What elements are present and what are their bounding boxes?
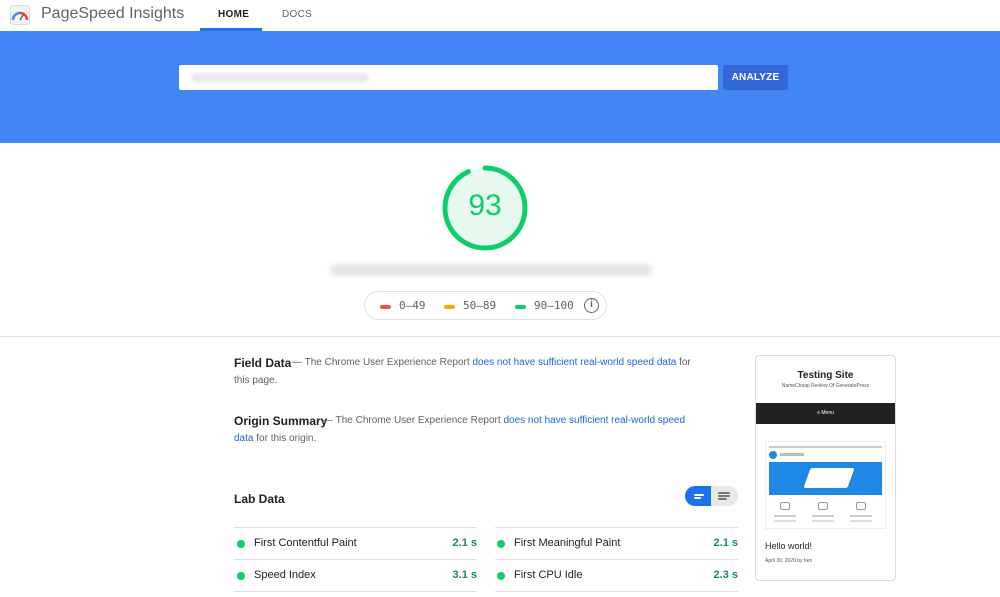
legend-swatch-fail bbox=[380, 305, 391, 309]
metric-label-speed-index: Speed Index bbox=[254, 569, 316, 581]
summary-view-icon bbox=[694, 494, 704, 496]
field-data-prefix: — The Chrome User Experience Report bbox=[292, 357, 473, 368]
pass-dot-icon bbox=[497, 540, 505, 548]
preview-feature-text bbox=[812, 520, 834, 522]
analyze-button[interactable]: ANALYZE bbox=[723, 65, 788, 90]
pagespeed-logo-icon[interactable] bbox=[10, 5, 30, 25]
metric-label-first-cpu-idle: First CPU Idle bbox=[514, 569, 583, 581]
metric-rule bbox=[234, 527, 477, 528]
metric-value-first-cpu-idle: 2.3 s bbox=[713, 569, 738, 581]
score-legend: 0–49 50–89 90–100 i bbox=[364, 291, 607, 320]
summary-view-icon-line bbox=[694, 497, 701, 499]
metric-rule bbox=[234, 559, 477, 560]
metric-value-speed-index: 3.1 s bbox=[452, 569, 477, 581]
preview-menu-bar: ≡ Menu bbox=[756, 403, 895, 424]
metric-label-fmp: First Meaningful Paint bbox=[514, 537, 621, 549]
preview-post-meta: April 30, 2020 by ben bbox=[765, 558, 813, 564]
app-title[interactable]: PageSpeed Insights bbox=[41, 5, 184, 23]
preview-feature-icon bbox=[856, 502, 866, 510]
preview-feature-text bbox=[774, 520, 796, 522]
preview-feature-icon bbox=[818, 502, 828, 510]
preview-image-device bbox=[803, 468, 855, 488]
detail-view-icon-line-short bbox=[718, 498, 727, 500]
metric-value-fmp: 2.1 s bbox=[713, 537, 738, 549]
pass-dot-icon bbox=[237, 572, 245, 580]
legend-label-fail: 0–49 bbox=[399, 299, 426, 312]
performance-score: 93 bbox=[468, 189, 502, 222]
top-bar: PageSpeed Insights HOME DOCS bbox=[0, 0, 1000, 31]
metrics-view-toggle[interactable] bbox=[685, 486, 738, 506]
detail-view-icon bbox=[718, 492, 730, 494]
legend-swatch-average bbox=[444, 305, 455, 309]
preview-site-title: Testing Site bbox=[797, 370, 854, 381]
metric-rule bbox=[234, 591, 477, 592]
origin-summary-description: — The Chrome User Experience Report does… bbox=[234, 412, 699, 448]
pass-dot-icon bbox=[497, 572, 505, 580]
metric-value-fcp: 2.1 s bbox=[452, 537, 477, 549]
preview-feature-text bbox=[774, 515, 796, 517]
metric-rule bbox=[495, 591, 738, 592]
page-screenshot-preview: Testing Site NameCheap Review Of Generat… bbox=[755, 355, 896, 581]
preview-post-title: Hello world! bbox=[765, 541, 813, 551]
preview-post-image bbox=[765, 441, 886, 529]
redacted-url-text bbox=[191, 73, 369, 82]
field-data-description: — The Chrome User Experience Report does… bbox=[234, 354, 699, 390]
metric-label-fcp: First Contentful Paint bbox=[254, 537, 357, 549]
summary-view-button[interactable] bbox=[685, 486, 713, 506]
field-data-link[interactable]: does not have sufficient real-world spee… bbox=[472, 357, 676, 368]
preview-image-hero bbox=[769, 462, 882, 495]
section-divider bbox=[0, 336, 1000, 337]
tab-docs[interactable]: DOCS bbox=[282, 9, 312, 20]
preview-feature-text bbox=[850, 520, 872, 522]
preview-image-brand-text bbox=[780, 453, 804, 456]
lab-data-title: Lab Data bbox=[234, 492, 285, 506]
metric-rule bbox=[495, 527, 738, 528]
legend-label-average: 50–89 bbox=[463, 299, 497, 312]
hero-search-band: ANALYZE bbox=[0, 31, 1000, 143]
preview-image-browser-bar bbox=[769, 446, 882, 448]
tab-home[interactable]: HOME bbox=[218, 9, 249, 20]
legend-label-pass: 90–100 bbox=[534, 299, 574, 312]
metric-rule bbox=[495, 559, 738, 560]
preview-feature-text bbox=[812, 515, 834, 517]
preview-feature-icon bbox=[780, 502, 790, 510]
pass-dot-icon bbox=[237, 540, 245, 548]
detail-view-button[interactable] bbox=[711, 486, 738, 506]
url-input[interactable] bbox=[179, 65, 718, 90]
preview-image-logo bbox=[769, 451, 777, 459]
preview-tagline: NameCheap Review Of GeneratePress bbox=[781, 383, 870, 389]
origin-summary-suffix: for this origin. bbox=[253, 433, 317, 444]
redacted-tested-url bbox=[330, 264, 652, 276]
origin-summary-prefix: — The Chrome User Experience Report bbox=[323, 415, 504, 426]
preview-feature-text bbox=[850, 515, 872, 517]
detail-view-icon-line bbox=[718, 495, 730, 497]
legend-swatch-pass bbox=[515, 305, 526, 309]
info-icon[interactable]: i bbox=[584, 298, 599, 313]
